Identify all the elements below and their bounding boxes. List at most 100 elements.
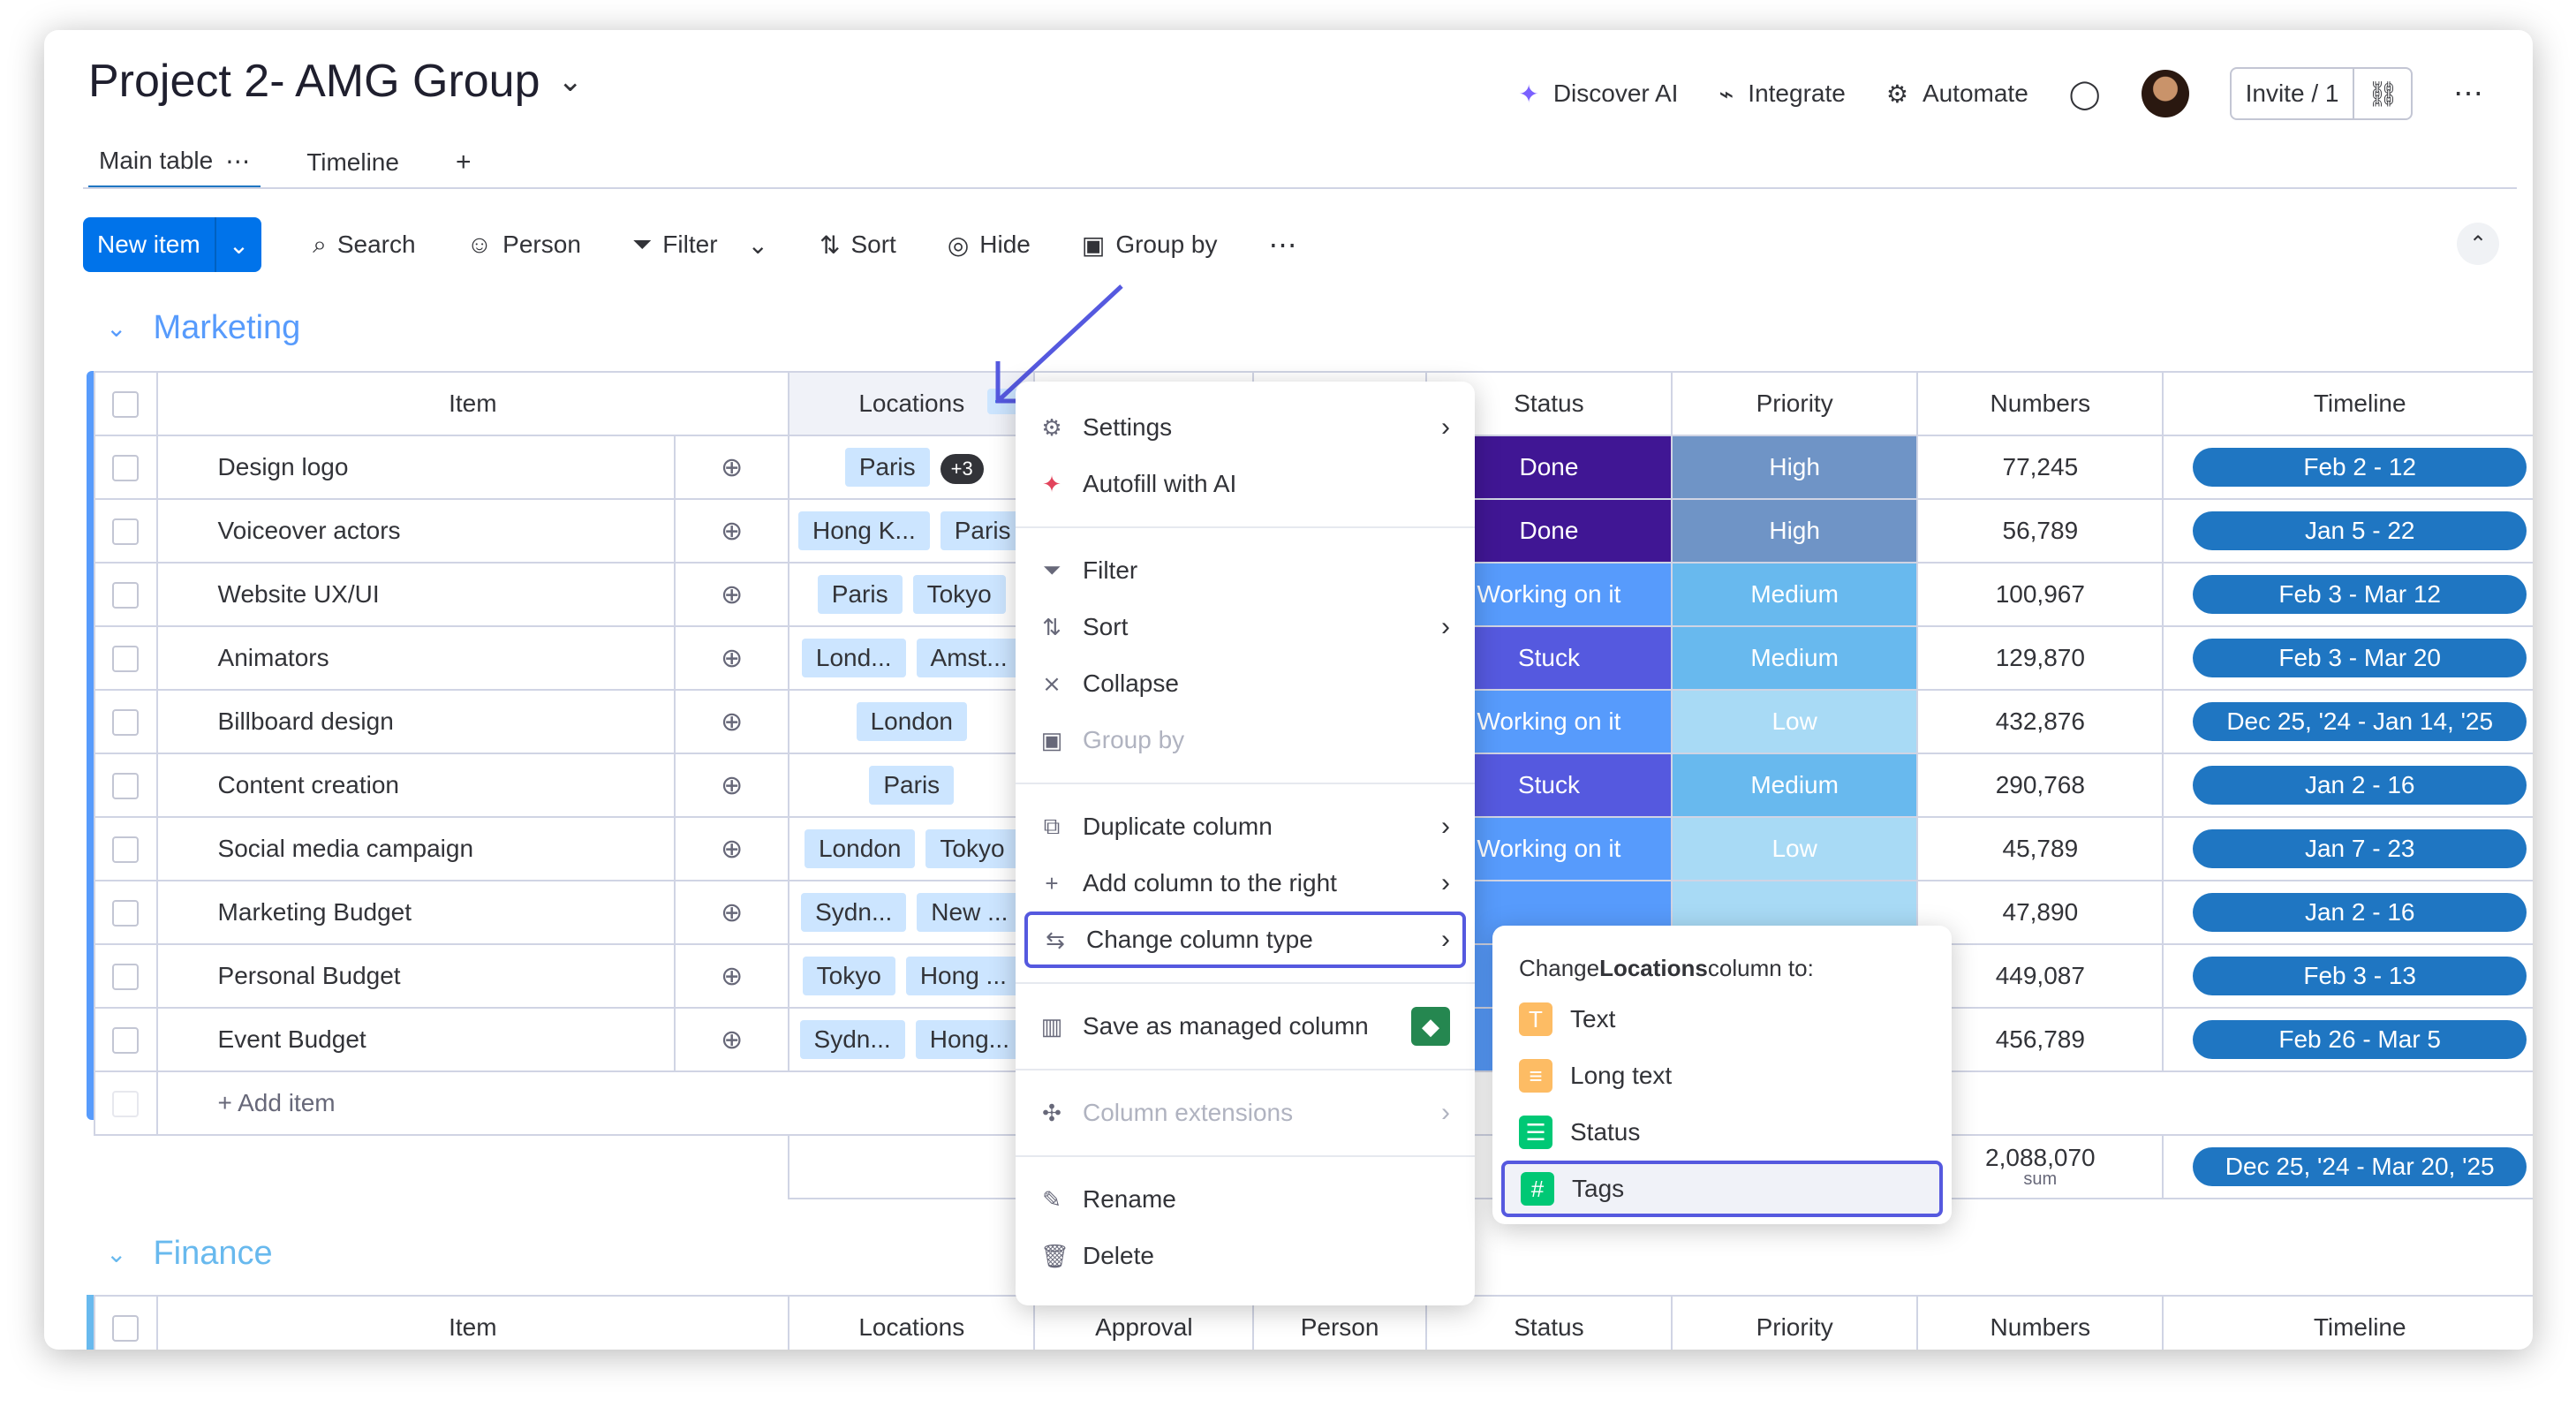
- item-name[interactable]: Website UX/UI: [155, 562, 676, 627]
- row-checkbox-cell[interactable]: [94, 562, 158, 627]
- type-option-tags[interactable]: # Tags: [1501, 1161, 1943, 1217]
- item-name[interactable]: Content creation: [155, 753, 676, 818]
- timeline-cell[interactable]: Jan 2 - 16: [2162, 880, 2533, 945]
- row-checkbox-cell[interactable]: [94, 498, 158, 564]
- column-header-priority[interactable]: Priority: [1671, 371, 1919, 436]
- avatar[interactable]: [2141, 70, 2189, 117]
- checkbox[interactable]: [112, 646, 140, 673]
- item-name[interactable]: Marketing Budget: [155, 880, 676, 945]
- add-comment-icon[interactable]: ⊕: [721, 707, 743, 737]
- timeline-bar[interactable]: Feb 3 - Mar 12: [2193, 575, 2527, 614]
- location-tag[interactable]: London: [804, 829, 916, 868]
- item-name[interactable]: Animators: [155, 625, 676, 691]
- location-tag[interactable]: London: [856, 702, 967, 741]
- location-tag[interactable]: Tokyo: [925, 829, 1019, 868]
- timeline-bar[interactable]: Feb 2 - 12: [2193, 448, 2527, 487]
- numbers-cell[interactable]: 290,768: [1916, 753, 2164, 818]
- chevron-down-icon[interactable]: ⌄: [214, 217, 261, 272]
- checkbox[interactable]: [112, 455, 140, 482]
- search-button[interactable]: ⌕ Search: [313, 231, 415, 260]
- group-header-marketing[interactable]: ⌄ Marketing: [106, 309, 300, 347]
- menu-item-settings[interactable]: ⚙ Settings ›: [1016, 399, 1475, 456]
- item-name[interactable]: Social media campaign: [155, 816, 676, 881]
- add-comment-icon[interactable]: ⊕: [721, 517, 743, 546]
- add-comment-icon[interactable]: ⊕: [721, 453, 743, 482]
- checkbox[interactable]: [112, 900, 140, 927]
- add-update-cell[interactable]: ⊕: [674, 689, 790, 754]
- person-filter-button[interactable]: ☺ Person: [467, 231, 581, 259]
- row-checkbox-cell[interactable]: [94, 1007, 158, 1072]
- column-header-item[interactable]: Item: [155, 1295, 790, 1350]
- location-tag[interactable]: Hong...: [915, 1020, 1024, 1059]
- priority-cell[interactable]: Low: [1671, 689, 1919, 754]
- timeline-bar[interactable]: Jan 2 - 16: [2193, 893, 2527, 932]
- chevron-down-icon[interactable]: ⌄: [106, 314, 126, 343]
- locations-cell[interactable]: Paris: [788, 753, 1036, 818]
- integrate-button[interactable]: ⌁ Integrate: [1719, 79, 1845, 109]
- row-checkbox-cell[interactable]: [94, 625, 158, 691]
- numbers-cell[interactable]: 100,967: [1916, 562, 2164, 627]
- numbers-cell[interactable]: 56,789: [1916, 498, 2164, 564]
- item-name[interactable]: Voiceover actors: [155, 498, 676, 564]
- menu-item-autofill[interactable]: ✦ Autofill with AI: [1016, 456, 1475, 512]
- timeline-bar[interactable]: Feb 3 - 13: [2193, 957, 2527, 995]
- more-icon[interactable]: ⋯: [1269, 228, 1297, 261]
- location-tag[interactable]: Paris: [844, 448, 930, 487]
- numbers-cell[interactable]: 456,789: [1916, 1007, 2164, 1072]
- priority-cell[interactable]: Medium: [1671, 562, 1919, 627]
- discover-ai-button[interactable]: ✦ Discover AI: [1518, 79, 1678, 109]
- locations-cell[interactable]: Paris +3: [788, 435, 1036, 500]
- row-checkbox-cell[interactable]: [94, 753, 158, 818]
- priority-cell[interactable]: Low: [1671, 816, 1919, 881]
- location-tag[interactable]: Sydn...: [799, 1020, 905, 1059]
- add-update-cell[interactable]: ⊕: [674, 562, 790, 627]
- item-name[interactable]: Design logo: [155, 435, 676, 500]
- group-header-finance[interactable]: ⌄ Finance: [106, 1235, 273, 1273]
- add-update-cell[interactable]: ⊕: [674, 1007, 790, 1072]
- more-tags-badge[interactable]: +3: [940, 454, 984, 484]
- link-icon[interactable]: ⛓: [2353, 69, 2411, 118]
- menu-item-rename[interactable]: ✎ Rename: [1016, 1171, 1475, 1228]
- item-name[interactable]: Event Budget: [155, 1007, 676, 1072]
- checkbox[interactable]: [112, 1315, 140, 1343]
- menu-item-sort[interactable]: ⇅ Sort ›: [1016, 599, 1475, 655]
- numbers-cell[interactable]: 47,890: [1916, 880, 2164, 945]
- priority-cell[interactable]: High: [1671, 498, 1919, 564]
- timeline-cell[interactable]: Jan 5 - 22: [2162, 498, 2533, 564]
- add-update-cell[interactable]: ⊕: [674, 816, 790, 881]
- menu-item-change-type[interactable]: ⇆ Change column type ›: [1024, 912, 1466, 968]
- timeline-bar[interactable]: Feb 26 - Mar 5: [2193, 1020, 2527, 1059]
- timeline-cell[interactable]: Dec 25, '24 - Jan 14, '25: [2162, 689, 2533, 754]
- chat-icon[interactable]: ◯: [2069, 77, 2101, 110]
- board-title-area[interactable]: Project 2- AMG Group ⌄: [88, 55, 583, 108]
- automate-button[interactable]: ⚙ Automate: [1886, 79, 2028, 109]
- location-tag[interactable]: Sydn...: [801, 893, 907, 932]
- location-tag[interactable]: Hong K...: [798, 511, 930, 550]
- row-checkbox-cell[interactable]: [94, 816, 158, 881]
- chevron-down-icon[interactable]: ⌄: [748, 231, 768, 260]
- board-title[interactable]: Project 2- AMG Group: [88, 55, 540, 108]
- add-comment-icon[interactable]: ⊕: [721, 1025, 743, 1055]
- filter-button[interactable]: ⏷ Filter ⌄: [632, 231, 768, 260]
- add-update-cell[interactable]: ⊕: [674, 753, 790, 818]
- column-header-priority[interactable]: Priority: [1671, 1295, 1919, 1350]
- add-comment-icon[interactable]: ⊕: [721, 644, 743, 673]
- locations-cell[interactable]: Lond... Amst...: [788, 625, 1036, 691]
- numbers-cell[interactable]: 45,789: [1916, 816, 2164, 881]
- menu-item-collapse[interactable]: ⨯ Collapse: [1016, 655, 1475, 712]
- timeline-cell[interactable]: Feb 3 - Mar 20: [2162, 625, 2533, 691]
- invite-button[interactable]: Invite / 1 ⛓: [2229, 67, 2413, 120]
- tab-main-table[interactable]: Main table ⋯: [88, 136, 261, 189]
- numbers-cell[interactable]: 432,876: [1916, 689, 2164, 754]
- locations-cell[interactable]: London Tokyo: [788, 816, 1036, 881]
- column-header-timeline[interactable]: Timeline: [2162, 371, 2533, 436]
- add-comment-icon[interactable]: ⊕: [721, 580, 743, 609]
- hide-button[interactable]: ◎ Hide: [948, 231, 1031, 260]
- checkbox[interactable]: [112, 964, 140, 991]
- type-option-long-text[interactable]: ≡ Long text: [1492, 1048, 1952, 1104]
- timeline-cell[interactable]: Jan 7 - 23: [2162, 816, 2533, 881]
- numbers-cell[interactable]: 449,087: [1916, 943, 2164, 1009]
- locations-cell[interactable]: Sydn... New ...: [788, 880, 1036, 945]
- collapse-header-button[interactable]: ⌃: [2457, 223, 2499, 265]
- timeline-bar[interactable]: Jan 5 - 22: [2193, 511, 2527, 550]
